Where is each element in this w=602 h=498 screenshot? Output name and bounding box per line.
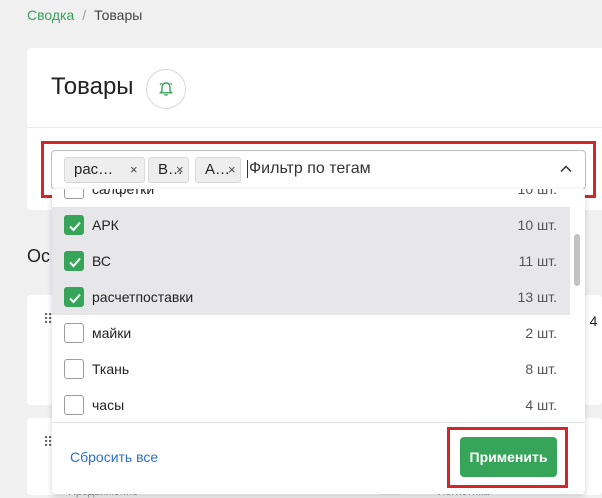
tag-option-count: 4 шт.: [525, 397, 557, 413]
tag-option[interactable]: АРК 10 шт.: [52, 207, 570, 243]
tag-option[interactable]: салфетки 10 шт.: [52, 189, 570, 207]
checkbox-checked[interactable]: [64, 215, 84, 235]
breadcrumb-home-link[interactable]: Сводка: [27, 7, 74, 23]
bell-icon: [159, 82, 173, 96]
checkbox[interactable]: [64, 359, 84, 379]
tag-option[interactable]: ВС 11 шт.: [52, 243, 570, 279]
tag-option-count: 8 шт.: [525, 361, 557, 377]
filter-tag-label: А…: [205, 161, 231, 178]
checkbox[interactable]: [64, 395, 84, 415]
page-title: Товары: [51, 73, 134, 100]
tag-option-label: майки: [92, 325, 132, 341]
background-card-right-top: [583, 295, 602, 405]
breadcrumb-separator: /: [82, 7, 87, 23]
tag-option-label: АРК: [92, 217, 119, 233]
tag-option-label: расчетпоставки: [92, 289, 194, 305]
checkbox[interactable]: [64, 323, 84, 343]
tag-option[interactable]: расчетпоставки 13 шт.: [52, 279, 570, 315]
filter-placeholder: Фильтр по тегам: [247, 160, 371, 178]
checkbox-checked[interactable]: [64, 251, 84, 271]
header-divider: [27, 127, 602, 128]
tag-option[interactable]: часы 4 шт.: [52, 387, 570, 423]
dropdown-footer-divider: [52, 422, 585, 423]
tag-option-label: часы: [92, 397, 125, 413]
checkbox-checked[interactable]: [64, 287, 84, 307]
section-heading: Ос: [27, 246, 51, 266]
checkmark-icon: [69, 257, 81, 268]
filter-tag: В… ×: [148, 157, 189, 183]
notification-bell-button[interactable]: [146, 69, 186, 109]
checkmark-icon: [69, 221, 81, 232]
tag-option-count: 10 шт.: [517, 217, 557, 233]
tag-remove-icon[interactable]: ×: [228, 158, 236, 182]
drag-handle-icon[interactable]: ⠿: [43, 434, 53, 451]
tag-remove-icon[interactable]: ×: [176, 158, 184, 182]
tag-remove-icon[interactable]: ×: [130, 158, 138, 182]
breadcrumb: Сводка / Товары: [27, 7, 142, 23]
tag-option-count: 11 шт.: [518, 253, 557, 269]
chevron-up-icon[interactable]: [558, 161, 574, 177]
tag-option-count: 13 шт.: [517, 289, 557, 305]
drag-handle-icon[interactable]: ⠿: [43, 311, 53, 328]
filter-tag-label: рас…: [74, 161, 114, 178]
checkmark-icon: [69, 293, 81, 304]
filter-tag: рас… ×: [64, 157, 145, 183]
reset-all-link[interactable]: Сбросить все: [70, 449, 158, 465]
breadcrumb-current: Товары: [94, 7, 143, 23]
checkbox[interactable]: [64, 189, 84, 199]
tag-option-label: ВС: [92, 253, 111, 269]
apply-button[interactable]: Применить: [460, 437, 557, 477]
tag-option-count: 2 шт.: [525, 325, 557, 341]
tag-option-label: Ткань: [92, 361, 130, 377]
filter-tag: А… ×: [195, 157, 241, 183]
tag-option-label: салфетки: [92, 189, 155, 197]
dropdown-scrollbar[interactable]: [574, 234, 580, 286]
tag-option[interactable]: Ткань 8 шт.: [52, 351, 570, 387]
tag-option[interactable]: майки 2 шт.: [52, 315, 570, 351]
tag-option-count: 10 шт.: [517, 189, 557, 197]
